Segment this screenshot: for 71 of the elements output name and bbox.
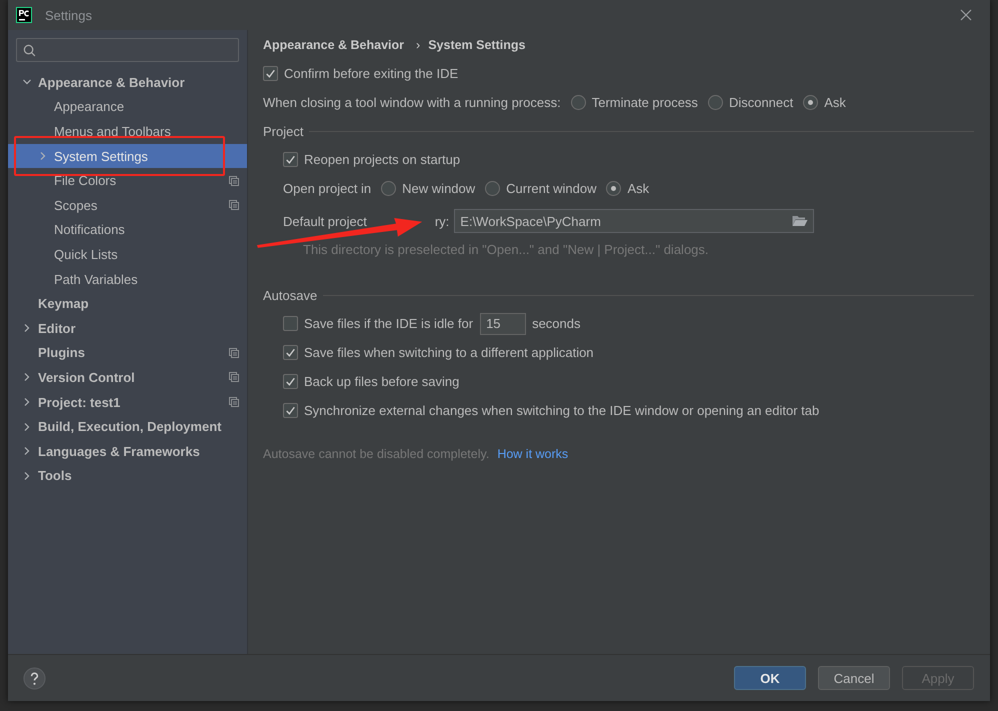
radio-button[interactable] [381,181,396,196]
hint-text: This directory is preselected in "Open..." and "New | Project..." dialogs. [302,242,709,256]
chevron-right-icon[interactable] [22,446,32,456]
dialog-button[interactable]: Cancel [818,666,890,690]
directory-field[interactable]: E:\WorkSpace\PyCharm [454,209,814,233]
tree-item[interactable]: Path Variables [8,266,247,292]
breadcrumb-separator: › [416,38,420,52]
unit-label: seconds [532,316,580,331]
radio-group-label: Open project in [283,181,372,196]
checkbox-label[interactable]: Save files when switching to a different application [304,345,594,360]
radio-button[interactable] [485,181,500,196]
radio-label[interactable]: New window [402,181,476,196]
checkbox-label[interactable]: Synchronize external changes when switching to the IDE window or opening an editor tab [304,403,820,418]
checkbox-label[interactable]: Back up files before saving [304,374,460,389]
checkbox[interactable] [283,152,298,167]
breadcrumb-item[interactable]: Appearance & Behavior [263,38,404,52]
field-label: ry: [434,214,450,228]
checkbox[interactable] [283,374,298,389]
tree-item[interactable]: Menus and Toolbars [8,119,247,144]
radio-label[interactable]: Terminate process [592,95,698,110]
checkbox[interactable] [283,316,298,331]
help-link[interactable]: How it works [497,447,568,461]
checkbox-label[interactable]: Save files if the IDE is idle for [304,316,474,331]
chevron-right-icon[interactable] [22,470,32,481]
search-icon [23,44,36,56]
tree-item[interactable]: Version Control [8,365,247,390]
chevron-right-icon[interactable] [22,323,32,334]
tree-item[interactable]: Notifications [8,218,247,242]
section-title: Autosave [263,288,318,302]
close-icon[interactable] [960,9,972,21]
checkbox-label[interactable]: Confirm before exiting the IDE [284,66,458,81]
chevron-right-icon[interactable] [22,422,32,432]
field-label: Default project [283,214,367,228]
tree-item[interactable]: System Settings [8,144,247,168]
tree-item[interactable]: Appearance [8,94,247,120]
radio-label[interactable]: Current window [506,181,596,196]
checkbox-label[interactable]: Reopen projects on startup [304,152,460,167]
breadcrumb-item[interactable]: System Settings [428,38,526,52]
folder-icon[interactable] [792,215,808,227]
checkbox[interactable] [263,66,278,81]
tree-item[interactable]: Scopes [8,192,247,218]
dialog-button[interactable]: OK [734,666,806,690]
radio-label[interactable]: Disconnect [728,95,794,110]
app-logo-icon [16,7,32,23]
chevron-right-icon[interactable] [22,397,32,408]
tree-item[interactable]: Keymap [8,291,247,316]
tree-item[interactable]: File Colors [8,168,247,193]
checkbox[interactable] [283,403,298,418]
tree-item[interactable]: Quick Lists [8,242,247,267]
checkbox[interactable] [283,345,298,360]
radio-button[interactable] [606,181,622,196]
note-text: Autosave cannot be disabled completely. [263,447,490,461]
seconds-field[interactable]: 15 [480,312,526,334]
search-field[interactable] [16,38,239,62]
tree-item[interactable]: Languages & Frameworks [8,438,247,464]
tree-item[interactable]: Build, Execution, Deployment [8,414,247,439]
tree-item[interactable]: Editor [8,316,247,341]
help-icon[interactable] [23,666,46,690]
tree-item[interactable]: Plugins [8,340,247,366]
tree-item[interactable]: Project: test1 [8,390,247,414]
chevron-right-icon[interactable] [22,372,32,382]
radio-label[interactable]: Ask [627,181,650,196]
section-title: Project [263,124,304,138]
radio-button[interactable] [803,95,818,110]
tree-item[interactable]: Tools [8,464,247,488]
tree-item[interactable]: Appearance & Behavior [8,70,247,95]
radio-label[interactable]: Ask [824,95,846,110]
radio-group-label: When closing a tool window with a running process: [263,95,561,110]
window-title: Settings [45,8,92,22]
radio-button[interactable] [570,95,586,110]
radio-button[interactable] [708,95,723,110]
